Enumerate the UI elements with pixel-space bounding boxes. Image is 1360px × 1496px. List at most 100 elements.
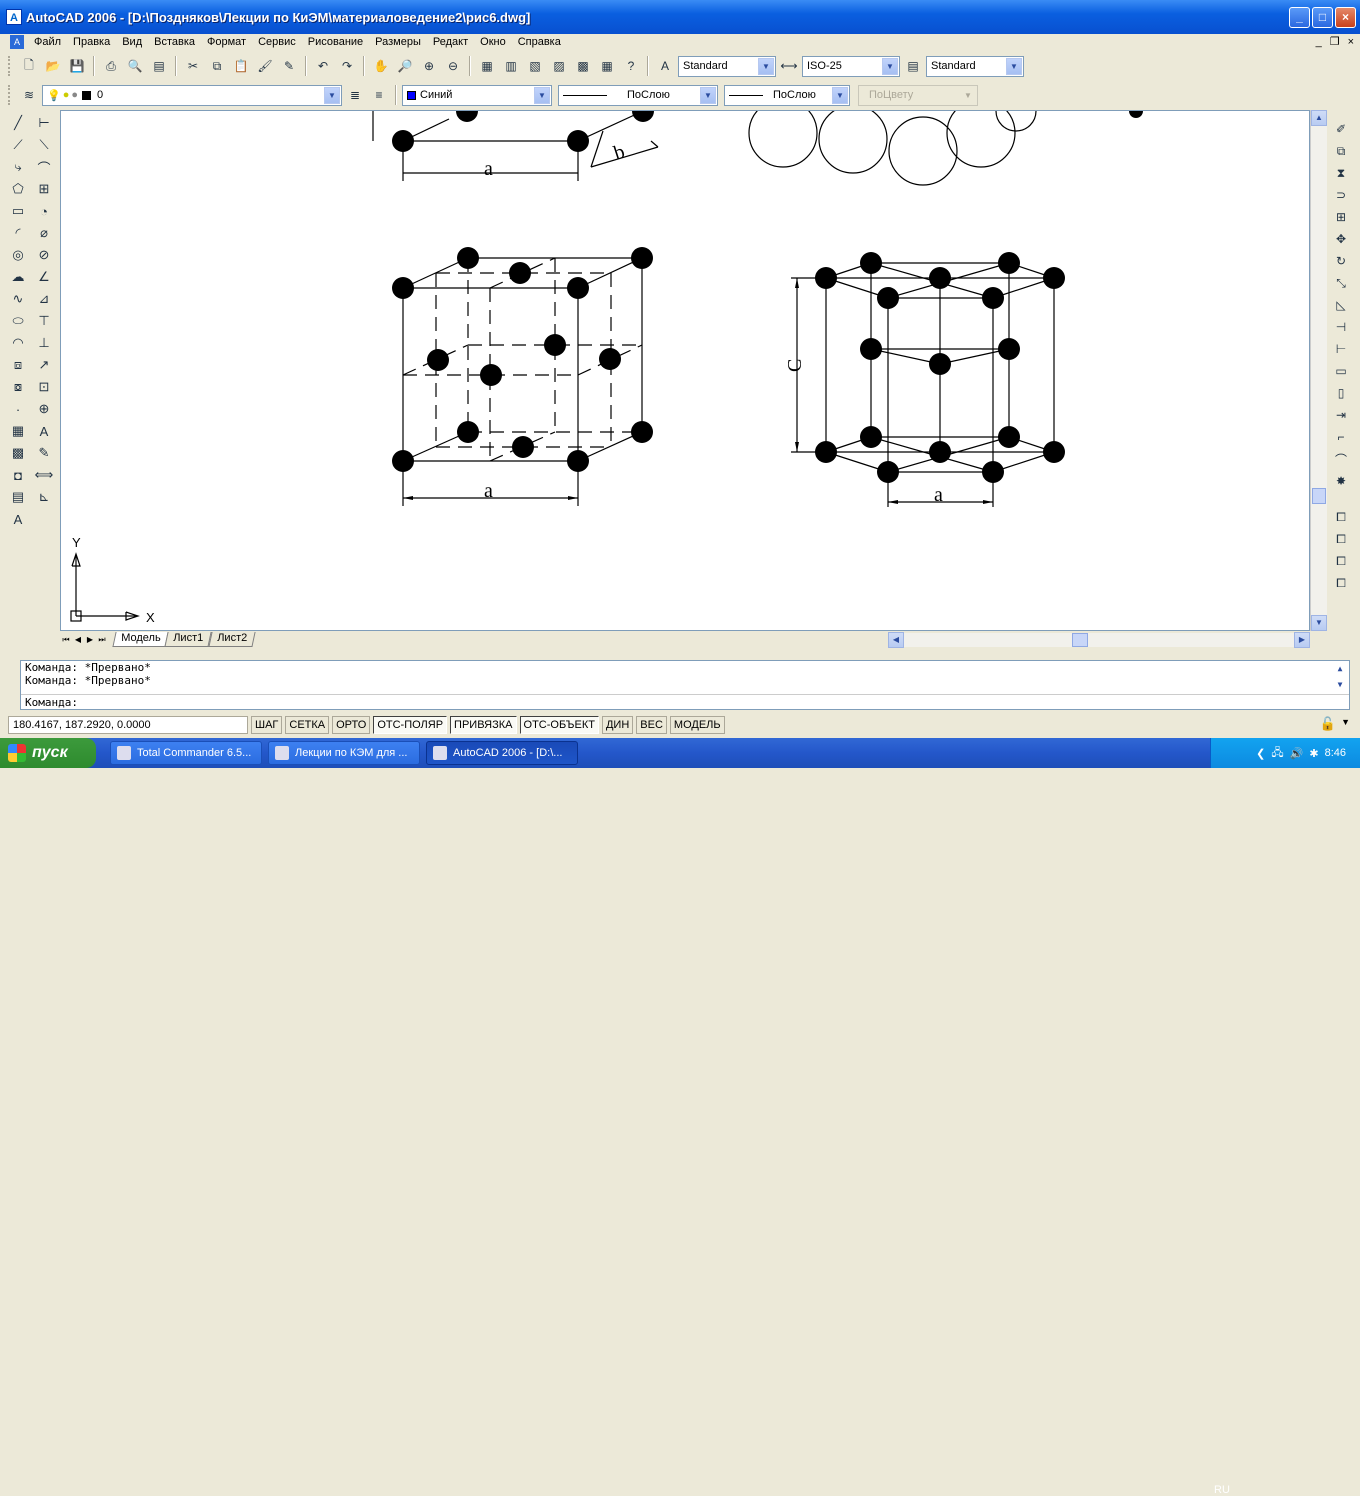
coordinates-display[interactable]: 180.4167, 187.2920, 0.0000 bbox=[8, 716, 248, 734]
language-indicator[interactable]: RU bbox=[1214, 1484, 1230, 1496]
fillet-icon[interactable]: ⌒ bbox=[1330, 448, 1352, 470]
gradient-icon[interactable]: ▩ bbox=[7, 442, 29, 464]
dim-style-select[interactable]: ISO-25 ▼ bbox=[802, 55, 900, 77]
document-icon[interactable]: A bbox=[10, 35, 24, 49]
break-at-point-icon[interactable]: ▭ bbox=[1330, 360, 1352, 382]
properties-icon[interactable]: ▦ bbox=[476, 55, 498, 77]
autocad-icon[interactable]: A bbox=[6, 9, 22, 25]
pan-icon[interactable]: ✋ bbox=[370, 55, 392, 77]
arc-length-icon[interactable]: ⌒ bbox=[33, 156, 55, 178]
chevron-down-icon[interactable]: ▼ bbox=[1006, 57, 1022, 75]
menu-insert[interactable]: Вставка bbox=[148, 34, 201, 50]
volume-icon[interactable]: 🔊 bbox=[1290, 747, 1304, 760]
rotate-icon[interactable]: ↻ bbox=[1330, 250, 1352, 272]
tool-palettes-icon[interactable]: ▧ bbox=[524, 55, 546, 77]
scroll-up-icon[interactable]: ▲ bbox=[1333, 663, 1347, 675]
table-style-select[interactable]: Standard ▼ bbox=[926, 55, 1024, 77]
angular-icon[interactable]: ∠ bbox=[33, 266, 55, 288]
ortho-toggle[interactable]: ОРТО bbox=[332, 716, 371, 734]
make-block-icon[interactable]: ⧇ bbox=[7, 376, 29, 398]
polygon-icon[interactable]: ⬠ bbox=[7, 178, 29, 200]
ellipse-arc-icon[interactable]: ◠ bbox=[7, 332, 29, 354]
new-icon[interactable]: 🗋 bbox=[18, 55, 40, 77]
tab-layout2[interactable]: Лист2 bbox=[207, 632, 256, 647]
chevron-down-icon[interactable]: ▼ bbox=[832, 86, 848, 104]
offset-icon[interactable]: ⊃ bbox=[1330, 184, 1352, 206]
send-to-back-icon[interactable]: ⧠ bbox=[1330, 528, 1352, 550]
jogged-icon[interactable]: ⌀ bbox=[33, 222, 55, 244]
linetype-select[interactable]: ПоСлою ▼ bbox=[558, 84, 718, 106]
scroll-thumb[interactable] bbox=[1312, 488, 1326, 504]
insert-block-icon[interactable]: ⧈ bbox=[7, 354, 29, 376]
scroll-down-icon[interactable]: ▼ bbox=[1311, 615, 1327, 631]
dimension-edit-icon[interactable]: A bbox=[33, 420, 55, 442]
tray-expand-icon[interactable]: ❮ bbox=[1256, 747, 1265, 760]
line-icon[interactable]: ╱ bbox=[7, 112, 29, 134]
menu-dimension[interactable]: Размеры bbox=[369, 34, 427, 50]
menu-draw[interactable]: Рисование bbox=[302, 34, 369, 50]
command-input[interactable]: Команда: bbox=[21, 694, 1349, 709]
join-icon[interactable]: ⇥ bbox=[1330, 404, 1352, 426]
circle-icon[interactable]: ◎ bbox=[7, 244, 29, 266]
zoom-previous-icon[interactable]: ⊖ bbox=[442, 55, 464, 77]
redo-icon[interactable]: ↷ bbox=[336, 55, 358, 77]
revision-cloud-icon[interactable]: ☁ bbox=[7, 266, 29, 288]
task-total-commander[interactable]: Total Commander 6.5... bbox=[110, 741, 262, 765]
scroll-left-icon[interactable]: ◀ bbox=[888, 632, 904, 648]
publish-icon[interactable]: ▤ bbox=[148, 55, 170, 77]
antivirus-icon[interactable]: ✱ bbox=[1309, 747, 1318, 760]
model-toggle[interactable]: МОДЕЛЬ bbox=[669, 716, 725, 734]
otrack-toggle[interactable]: ОТС-ОБЪЕКТ bbox=[519, 716, 599, 734]
make-current-layer-icon[interactable]: ≣ bbox=[344, 84, 366, 106]
menu-tools[interactable]: Сервис bbox=[252, 34, 302, 50]
explode-icon[interactable]: ✸ bbox=[1330, 470, 1352, 492]
lwt-toggle[interactable]: ВЕС bbox=[636, 716, 667, 734]
text-style-select[interactable]: Standard ▼ bbox=[678, 55, 776, 77]
help-icon[interactable]: ? bbox=[620, 55, 642, 77]
aligned-dimension-icon[interactable]: ⟍ bbox=[33, 134, 55, 156]
polyline-icon[interactable]: ⤷ bbox=[7, 156, 29, 178]
zoom-realtime-icon[interactable]: 🔎 bbox=[394, 55, 416, 77]
lineweight-select[interactable]: ПоСлою ▼ bbox=[724, 84, 850, 106]
drawing-area[interactable]: a b a a C Y X bbox=[60, 90, 1310, 631]
dimension-text-edit-icon[interactable]: ✎ bbox=[33, 442, 55, 464]
clock[interactable]: 8:46 bbox=[1325, 747, 1346, 759]
stretch-icon[interactable]: ◺ bbox=[1330, 294, 1352, 316]
minimize-button[interactable]: _ bbox=[1289, 7, 1310, 28]
send-under-icon[interactable]: ⧠ bbox=[1330, 572, 1352, 594]
zoom-window-icon[interactable]: ⊕ bbox=[418, 55, 440, 77]
center-mark-icon[interactable]: ⊕ bbox=[33, 398, 55, 420]
arc-icon[interactable]: ◜ bbox=[7, 222, 29, 244]
scroll-up-icon[interactable]: ▲ bbox=[1311, 110, 1327, 126]
move-icon[interactable]: ✥ bbox=[1330, 228, 1352, 250]
plot-preview-icon[interactable]: 🔍 bbox=[124, 55, 146, 77]
open-icon[interactable]: 📂 bbox=[42, 55, 64, 77]
color-select[interactable]: Синий ▼ bbox=[402, 84, 552, 106]
multiline-text-icon[interactable]: A bbox=[7, 508, 29, 530]
close-button[interactable]: × bbox=[1335, 7, 1356, 28]
doc-restore-button[interactable]: ❐ bbox=[1330, 34, 1340, 50]
bring-to-front-icon[interactable]: ⧠ bbox=[1330, 506, 1352, 528]
point-icon[interactable]: · bbox=[7, 398, 29, 420]
vertical-scrollbar[interactable]: ▲ ▼ bbox=[1310, 110, 1327, 631]
baseline-icon[interactable]: ⊤ bbox=[33, 310, 55, 332]
rectangle-icon[interactable]: ▭ bbox=[7, 200, 29, 222]
menu-window[interactable]: Окно bbox=[474, 34, 512, 50]
region-icon[interactable]: ◘ bbox=[7, 464, 29, 486]
array-icon[interactable]: ⊞ bbox=[1330, 206, 1352, 228]
markup-icon[interactable]: ▩ bbox=[572, 55, 594, 77]
diameter-icon[interactable]: ⊘ bbox=[33, 244, 55, 266]
first-tab-icon[interactable]: ⏮ bbox=[60, 633, 72, 647]
continue-icon[interactable]: ⊥ bbox=[33, 332, 55, 354]
construction-line-icon[interactable]: ⟋ bbox=[7, 134, 29, 156]
tab-model[interactable]: Модель bbox=[112, 632, 170, 647]
quick-dimension-icon[interactable]: ⊿ bbox=[33, 288, 55, 310]
scroll-down-icon[interactable]: ▼ bbox=[1333, 679, 1347, 691]
undo-icon[interactable]: ↶ bbox=[312, 55, 334, 77]
layer-previous-icon[interactable]: ≡ bbox=[368, 84, 390, 106]
lock-icon[interactable]: 🔓 bbox=[1320, 716, 1336, 732]
hatch-icon[interactable]: ▦ bbox=[7, 420, 29, 442]
menu-file[interactable]: Файл bbox=[28, 34, 67, 50]
task-word[interactable]: Лекции по КЭМ для ... bbox=[268, 741, 420, 765]
ellipse-icon[interactable]: ⬭ bbox=[7, 310, 29, 332]
